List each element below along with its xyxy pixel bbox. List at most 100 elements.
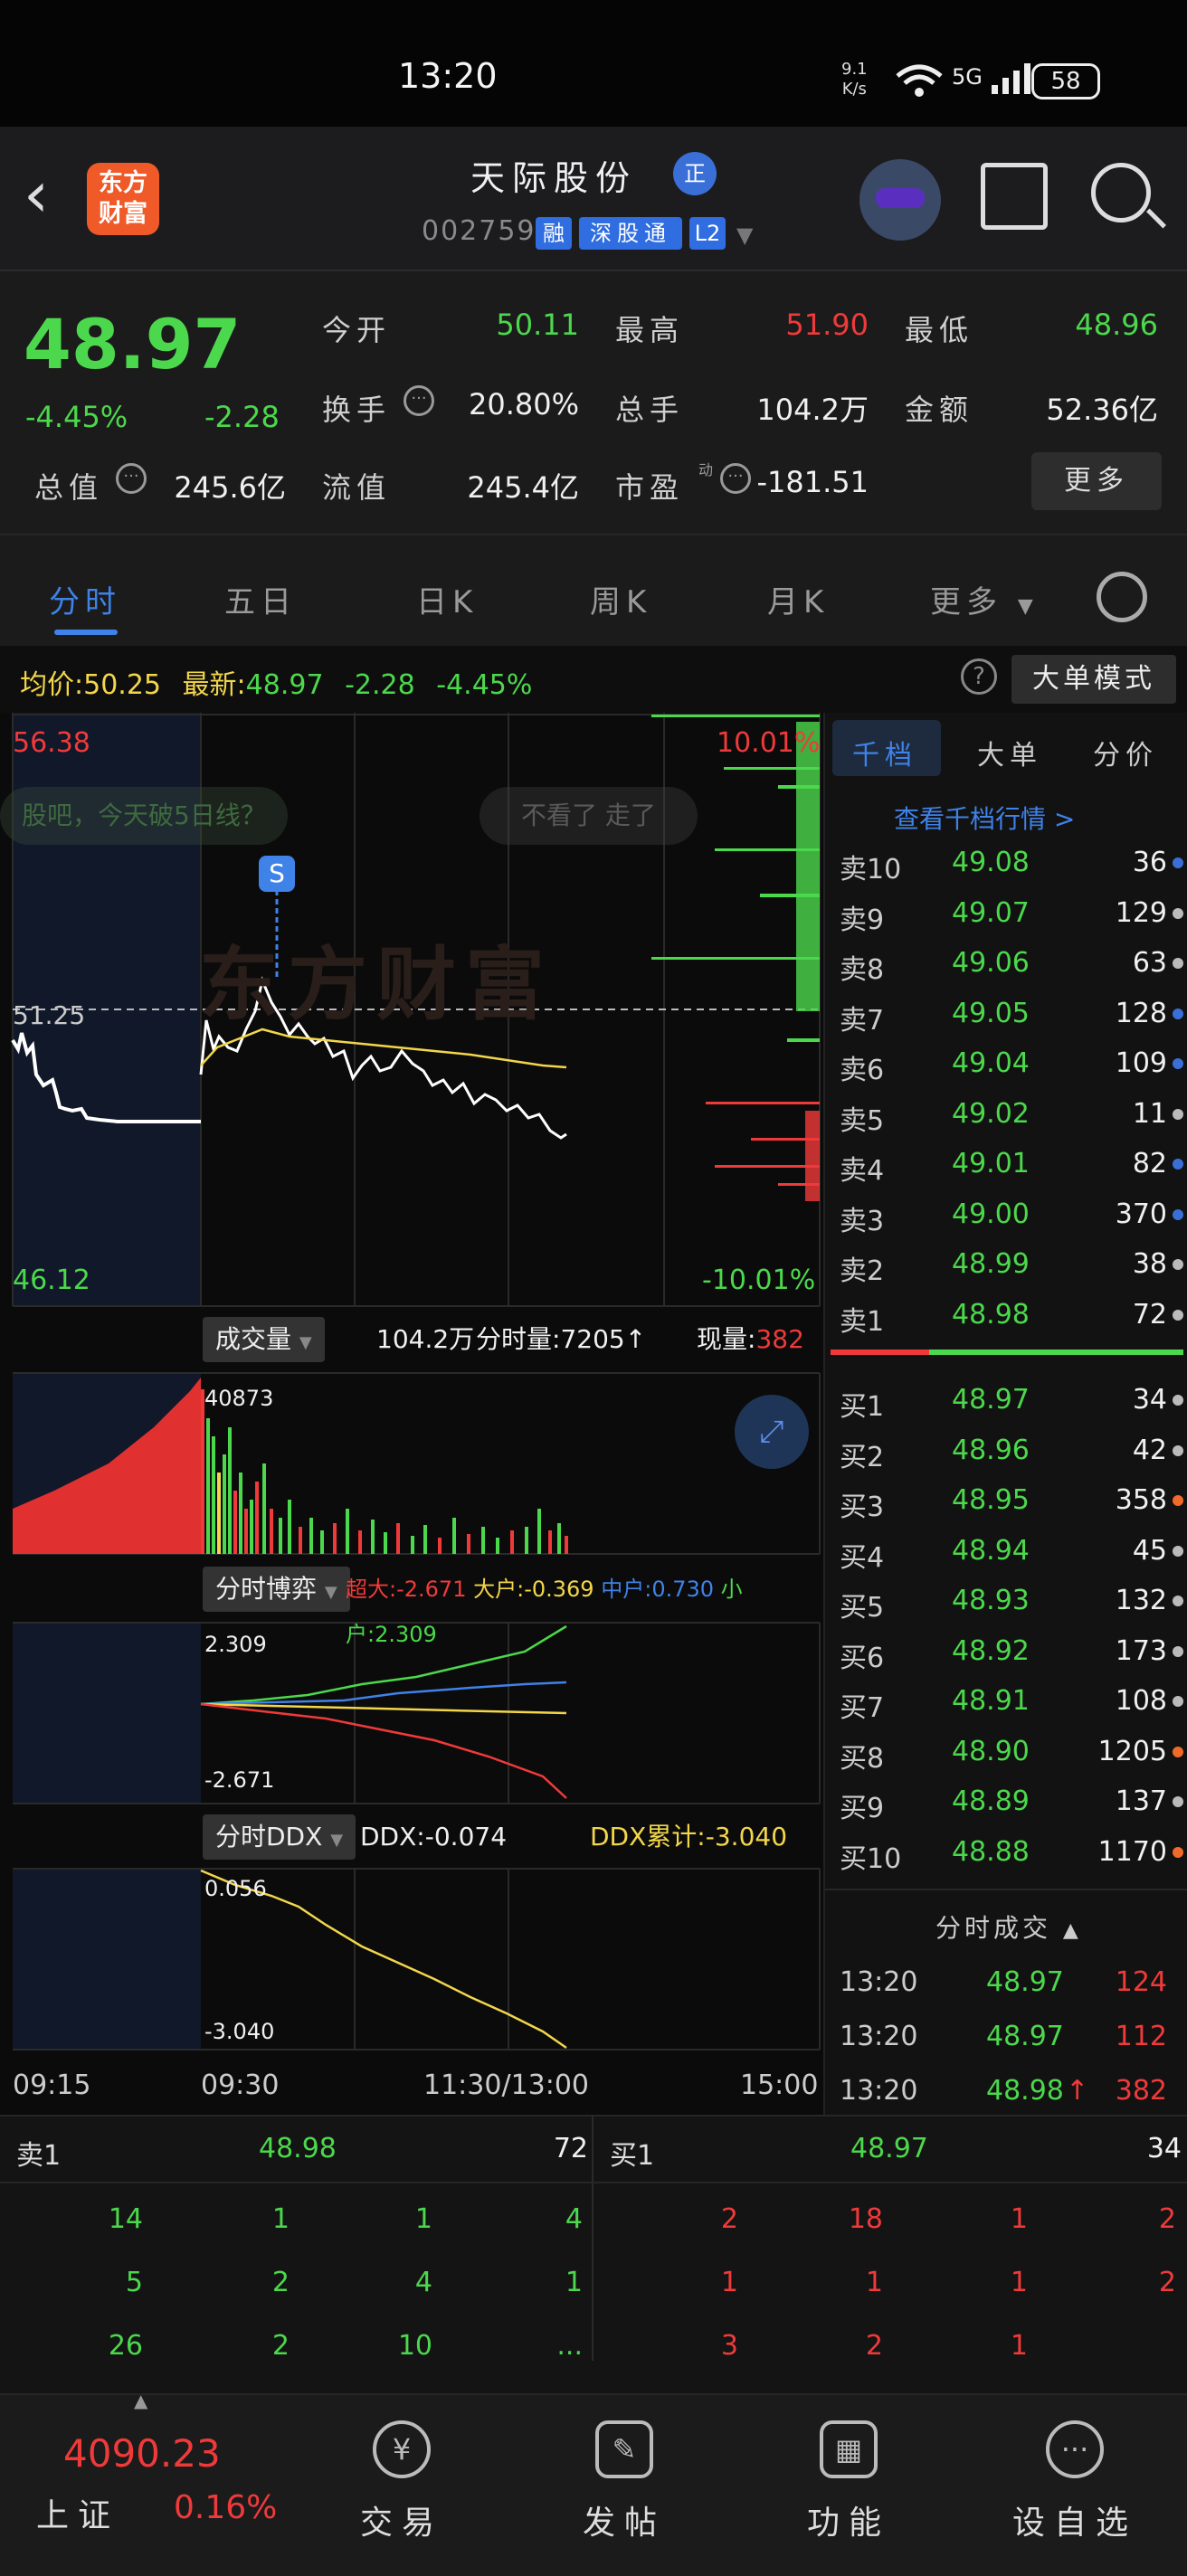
info-icon[interactable]: ··· [720, 463, 751, 494]
bid-row[interactable]: 买10 48.88 1170 [825, 1827, 1187, 1878]
level-label: 买6 [840, 1642, 885, 1674]
level-volume: 108 [1115, 1685, 1167, 1717]
volume-peak-label: 40873 [204, 1386, 274, 1411]
volume-total: 104.2万 [376, 1324, 475, 1354]
level-label: 买1 [840, 1391, 885, 1423]
ddx-selector[interactable]: 分时DDX ▼ [203, 1814, 356, 1860]
robot-assistant-icon[interactable] [859, 159, 941, 241]
game-selector[interactable]: 分时博弈 ▼ [203, 1567, 350, 1612]
premarket-volume-area [13, 1378, 201, 1554]
tab-price-distribution[interactable]: 分价 [1093, 733, 1158, 772]
chevron-down-icon: ▼ [1017, 595, 1039, 618]
trade-row: 13:20 48.98 ↑ 382 [825, 2066, 1187, 2117]
bid-row[interactable]: 买3 48.95 358 [825, 1475, 1187, 1526]
back-icon[interactable]: ‹ [24, 163, 49, 226]
bid-row[interactable]: 买5 48.93 132 [825, 1576, 1187, 1626]
mid-value: 0.730 [651, 1577, 715, 1602]
ask-row[interactable]: 卖4 49.01 82 [825, 1139, 1187, 1189]
intraday-chart[interactable]: 56.38 10.01% 51.25 46.12 -10.01% 东方财富 股吧… [0, 713, 823, 2115]
bid-row[interactable]: 买1 48.97 34 [825, 1375, 1187, 1425]
queue-order-cell: 2 [271, 2267, 290, 2298]
tab-weekly-k[interactable]: 周K [590, 577, 651, 621]
order-queue: 卖1 48.98 72 买1 48.97 34 14 1 1 4 5 2 4 1 26 2 10..… [0, 2115, 1187, 2362]
index-name[interactable]: 上证 [36, 2489, 119, 2536]
order-dot-icon [1173, 1108, 1183, 1120]
danmaku-comment[interactable]: 股吧，今天破5日线？ [0, 787, 288, 845]
level-volume: 129 [1115, 896, 1167, 929]
level-price: 48.96 [952, 1434, 1030, 1466]
ask-row[interactable]: 卖7 49.05 128 [825, 989, 1187, 1039]
nav-functions[interactable]: ▦ 功能 [776, 2420, 921, 2543]
trades-title[interactable]: 分时成交 ▲ [935, 1908, 1082, 1945]
now-volume-label: 现量: [697, 1324, 756, 1354]
tags-dropdown-icon[interactable]: ▼ [736, 223, 753, 248]
game-bottom-label: -2.671 [204, 1767, 275, 1793]
latest-label: 最新: [182, 669, 246, 701]
tab-intraday[interactable]: 分时 [49, 577, 121, 621]
queue-order-cell: 1 [1010, 2203, 1028, 2235]
super-value: -2.671 [396, 1577, 467, 1602]
ask-row[interactable]: 卖9 49.07 129 [825, 888, 1187, 939]
ask-row[interactable]: 卖6 49.04 109 [825, 1038, 1187, 1089]
big-order-mode-button[interactable]: 大单模式 [1011, 655, 1176, 704]
help-icon[interactable]: ? [961, 658, 997, 695]
ask-row[interactable]: 卖1 48.98 72 [825, 1290, 1187, 1340]
pe-dynamic-sup: 动 [698, 461, 714, 478]
index-value[interactable]: 4090.23 [63, 2431, 221, 2476]
more-button[interactable]: 更多 [1031, 452, 1162, 510]
level-price: 48.89 [952, 1785, 1030, 1817]
queue-order-cell: 18 [848, 2203, 883, 2235]
tab-thousand-levels[interactable]: 千档 [852, 733, 917, 772]
level-volume: 370 [1115, 1198, 1167, 1230]
ask-row[interactable]: 卖3 49.00 370 [825, 1189, 1187, 1240]
bid-row[interactable]: 买6 48.92 173 [825, 1626, 1187, 1677]
trade-row: 13:20 48.97 124 [825, 1957, 1187, 2008]
status-bar: 13:20 9.1 K/s 5G 58 [0, 0, 1187, 127]
trade-volume: 112 [1115, 2021, 1167, 2052]
level-label: 买9 [840, 1793, 885, 1824]
order-dot-icon [1173, 1208, 1183, 1220]
signal-icon: 5G [952, 60, 1044, 96]
tick-volume-label: 分时量: [476, 1324, 561, 1354]
tab-big-orders[interactable]: 大单 [977, 733, 1042, 772]
level-volume: 137 [1115, 1785, 1167, 1817]
tab-more[interactable]: 更多 ▼ [930, 577, 1039, 621]
order-dot-icon [1173, 1696, 1183, 1707]
search-icon[interactable] [1091, 163, 1151, 223]
nav-trade[interactable]: ¥ 交易 [329, 2420, 474, 2543]
share-icon[interactable] [981, 163, 1048, 230]
chevron-down-icon: ▼ [324, 1583, 337, 1602]
high-label: 最高 [615, 313, 685, 347]
bid-row[interactable]: 买2 48.96 42 [825, 1425, 1187, 1476]
volume-selector[interactable]: 成交量 ▼ [203, 1317, 325, 1362]
queue-bid-label: 买1 [610, 2140, 655, 2172]
trade-time: 13:20 [840, 1966, 918, 1998]
bid-row[interactable]: 买9 48.89 137 [825, 1776, 1187, 1827]
trade-price: 48.98 [986, 2075, 1064, 2107]
bid-row[interactable]: 买4 48.94 45 [825, 1526, 1187, 1577]
ask-row[interactable]: 卖8 49.06 63 [825, 938, 1187, 989]
info-icon[interactable]: ··· [404, 385, 434, 416]
danmaku-comment[interactable]: 不看了 走了 [480, 787, 698, 845]
ask-row[interactable]: 卖5 49.02 11 [825, 1089, 1187, 1140]
edit-icon: ✎ [595, 2420, 653, 2478]
ddx-cumulative: DDX累计:-3.040 [590, 1814, 787, 1860]
ask-row[interactable]: 卖2 48.99 38 [825, 1239, 1187, 1290]
sell-signal-marker[interactable]: S [259, 856, 295, 892]
ddx-bottom-label: -3.040 [204, 2019, 275, 2044]
info-icon[interactable]: ··· [116, 463, 147, 494]
bid-row[interactable]: 买7 48.91 108 [825, 1676, 1187, 1727]
gear-icon[interactable] [1097, 572, 1147, 622]
app-logo[interactable]: 东方 财富 [87, 163, 159, 235]
nav-post[interactable]: ✎ 发帖 [552, 2420, 697, 2543]
nav-add-watchlist[interactable]: ··· 设自选 [1002, 2420, 1147, 2543]
tab-daily-k[interactable]: 日K [416, 577, 478, 621]
ask-row[interactable]: 卖10 49.08 36 [825, 838, 1187, 888]
expand-icon[interactable]: ⤢ [735, 1395, 809, 1469]
stock-header: ‹ 东方 财富 天际股份 正 002759 融 深股通 L2 ▼ [0, 127, 1187, 271]
view-levels-link[interactable]: 查看千档行情 > [894, 800, 1075, 836]
tab-monthly-k[interactable]: 月K [767, 577, 829, 621]
bid-row[interactable]: 买8 48.90 1205 [825, 1727, 1187, 1777]
level-price: 49.06 [952, 947, 1030, 979]
tab-five-day[interactable]: 五日 [224, 577, 297, 621]
